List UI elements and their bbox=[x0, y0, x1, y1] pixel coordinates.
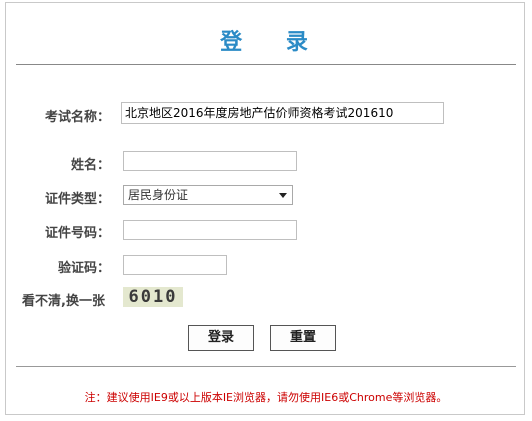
captcha-label: 验证码： bbox=[57, 261, 110, 276]
browser-notice: 注：建议使用IE9或以上版本IE浏览器，请勿使用IE6或Chrome等浏览器。 bbox=[84, 391, 448, 404]
id-type-label: 证件类型： bbox=[44, 192, 110, 207]
captcha-input[interactable] bbox=[123, 255, 227, 275]
name-input[interactable] bbox=[123, 151, 297, 171]
captcha-image[interactable]: 6010 bbox=[123, 287, 183, 307]
id-type-select[interactable]: 居民身份证 bbox=[123, 185, 293, 205]
name-label: 姓名： bbox=[70, 158, 110, 173]
title-divider bbox=[16, 64, 516, 65]
exam-name-label: 考试名称： bbox=[44, 110, 110, 125]
chevron-down-icon bbox=[279, 193, 287, 198]
footer-divider bbox=[16, 366, 516, 367]
id-type-selected-value: 居民身份证 bbox=[128, 188, 189, 202]
refresh-captcha-link[interactable]: 看不清,换一张 bbox=[22, 290, 114, 309]
reset-button[interactable]: 重置 bbox=[270, 325, 336, 351]
id-number-input[interactable] bbox=[123, 220, 297, 240]
id-number-label: 证件号码： bbox=[44, 226, 110, 241]
page-title: 登 录 bbox=[220, 30, 326, 55]
login-button[interactable]: 登录 bbox=[188, 325, 254, 351]
exam-name-field[interactable]: 北京地区2016年度房地产估价师资格考试201610 bbox=[121, 102, 444, 124]
